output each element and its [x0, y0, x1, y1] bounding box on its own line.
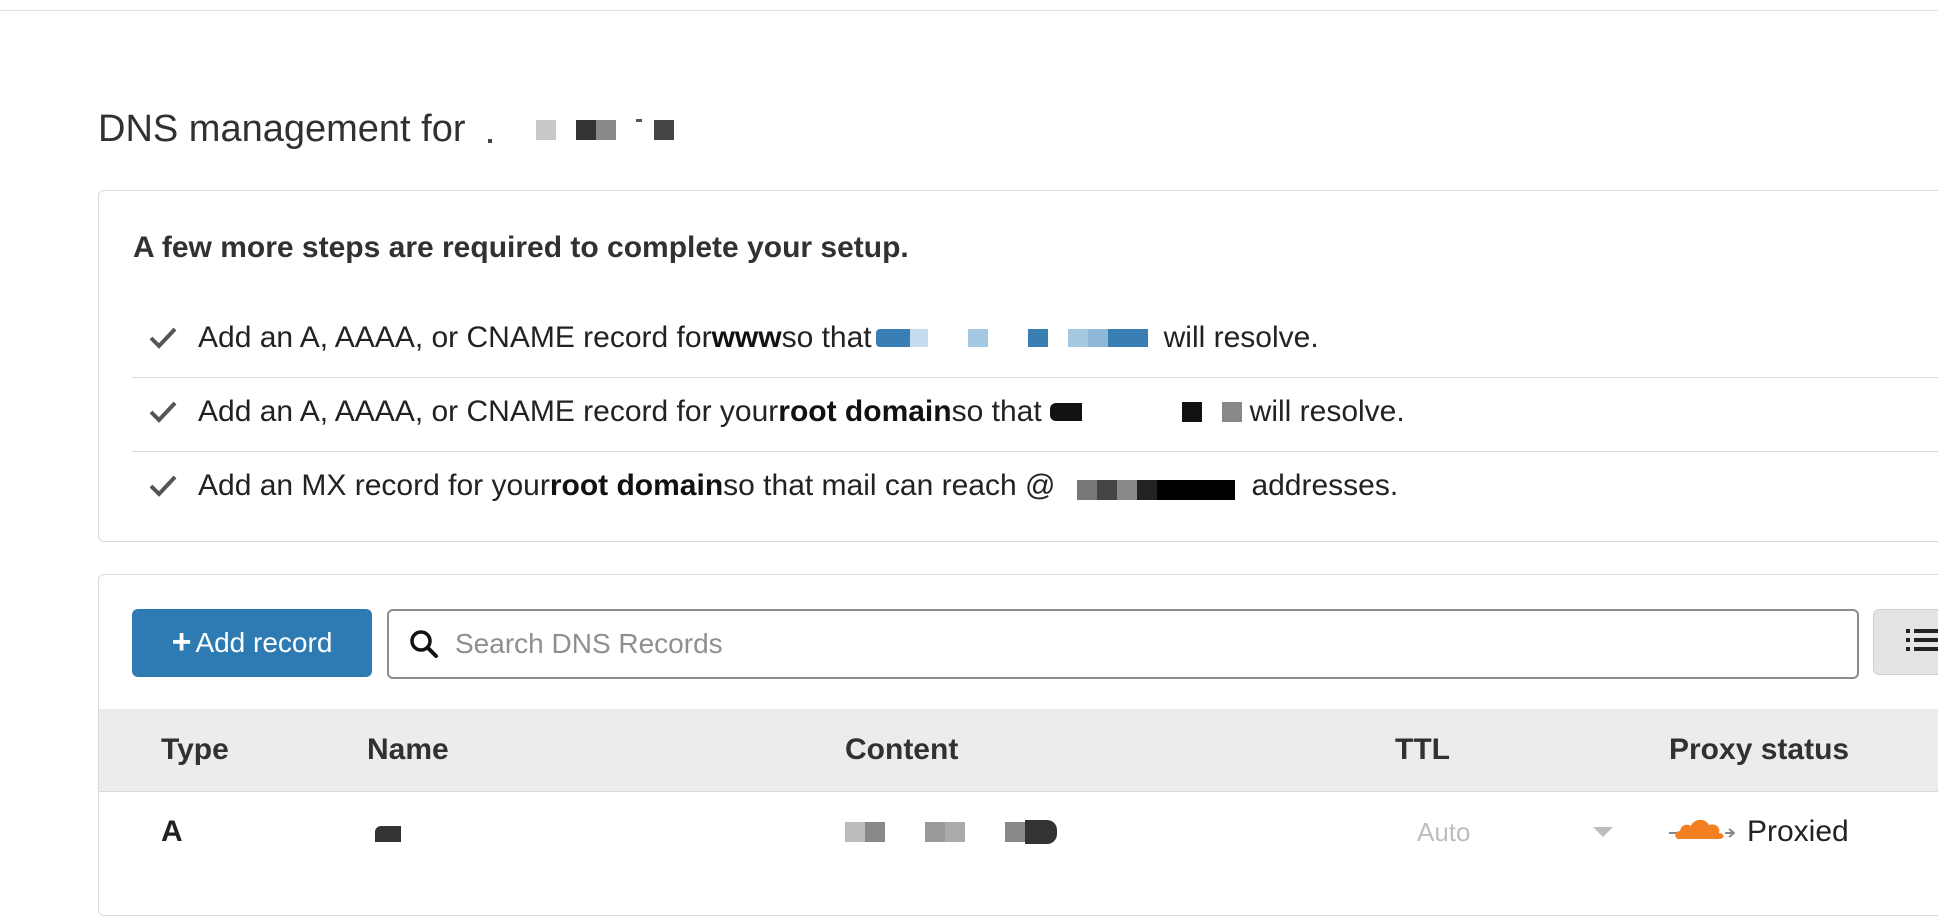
table-header: Type Name Content TTL Proxy status: [99, 709, 1938, 792]
proxy-status-label: Proxied: [1747, 815, 1849, 848]
redacted-hostname: [875, 329, 1148, 347]
ttl-select[interactable]: Auto: [1417, 792, 1617, 872]
setup-step-root-domain: Add an A, AAAA, or CNAME record for your…: [132, 375, 1938, 449]
setup-step-mx: Add an MX record for your root domain so…: [132, 449, 1938, 523]
page-title-text: DNS management for: [98, 108, 466, 150]
chevron-down-icon: [1593, 827, 1613, 837]
page-title: DNS management for: [98, 108, 674, 151]
top-divider: [0, 10, 1938, 11]
add-record-label: Add record: [195, 627, 333, 658]
redacted-content: [845, 820, 1057, 844]
redacted-mail-domain: [1057, 472, 1236, 500]
redacted-domain: [1049, 402, 1242, 422]
column-header-proxy-status[interactable]: Proxy status: [1669, 709, 1849, 791]
setup-heading: A few more steps are required to complet…: [133, 231, 909, 264]
search-input[interactable]: [453, 627, 1837, 661]
list-icon: [1906, 625, 1938, 660]
plus-icon: +: [171, 622, 192, 661]
column-header-type[interactable]: Type: [161, 709, 229, 791]
check-icon: [148, 397, 178, 427]
table-row[interactable]: A Auto Proxied: [99, 792, 1938, 872]
record-name: [375, 792, 401, 872]
record-type: A: [161, 815, 183, 848]
column-header-ttl[interactable]: TTL: [1395, 709, 1450, 791]
setup-step-www: Add an A, AAAA, or CNAME record for www …: [132, 301, 1938, 375]
column-header-name[interactable]: Name: [367, 709, 449, 791]
setup-card: A few more steps are required to complet…: [98, 190, 1938, 542]
redacted-name: [375, 826, 401, 842]
proxy-status[interactable]: Proxied: [1669, 792, 1849, 872]
column-header-content[interactable]: Content: [845, 709, 958, 791]
view-toggle-button[interactable]: [1873, 609, 1938, 675]
redacted-domain: [487, 117, 674, 143]
record-content: [845, 792, 1057, 872]
add-record-button[interactable]: + Add record: [132, 609, 372, 677]
cloud-icon: [1669, 813, 1736, 851]
search-field[interactable]: [387, 609, 1859, 679]
check-icon: [148, 323, 178, 353]
check-icon: [148, 471, 178, 501]
dns-records-card: + Add record Type Name Content TTL: [98, 574, 1938, 916]
ttl-value: Auto: [1417, 816, 1471, 847]
search-icon: [409, 629, 439, 659]
